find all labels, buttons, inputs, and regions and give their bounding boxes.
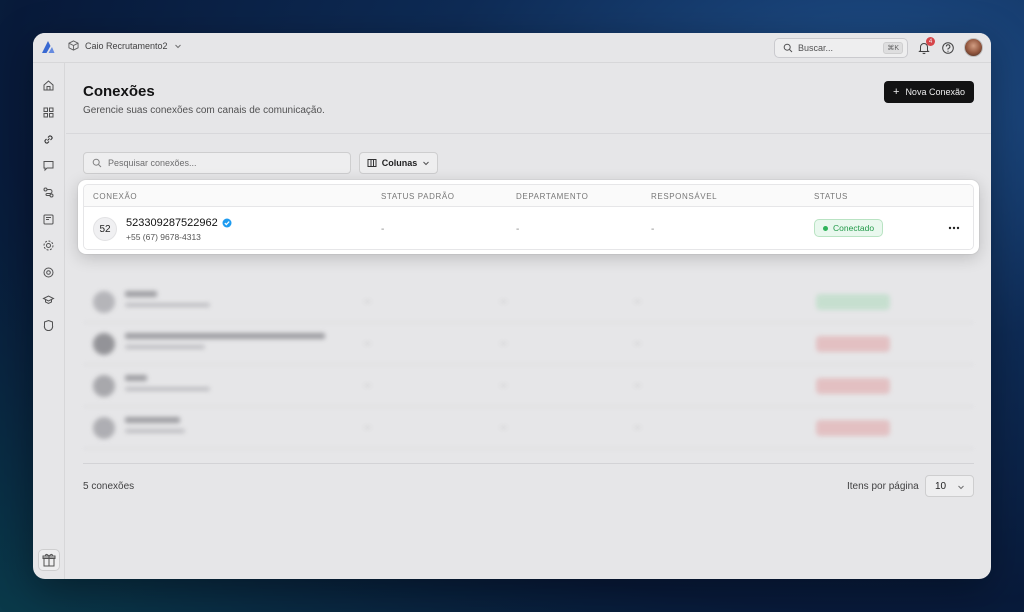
status-text: Conectado <box>833 223 875 233</box>
shield-icon[interactable] <box>42 319 55 332</box>
per-page-value: 10 <box>935 480 947 492</box>
workspace-name: Caio Recrutamento2 <box>85 40 168 51</box>
footer-divider <box>83 463 974 464</box>
header-status-padrao: STATUS PADRÃO <box>381 192 455 201</box>
header-responsavel: RESPONSÁVEL <box>651 192 718 201</box>
per-page-select[interactable]: 10 <box>925 475 974 497</box>
table-row <box>83 365 974 407</box>
notification-badge: 4 <box>926 37 935 46</box>
chevron-down-icon <box>423 161 430 166</box>
sidebar <box>33 63 65 579</box>
status-padrao-cell: - <box>381 224 385 235</box>
table-row <box>83 407 974 449</box>
help-icon[interactable] <box>941 41 955 55</box>
connection-search[interactable] <box>83 152 351 174</box>
columns-button[interactable]: Colunas <box>359 152 438 174</box>
connection-count: 5 conexões <box>83 481 135 492</box>
connection-phone: +55 (67) 9678-4313 <box>126 232 201 242</box>
departamento-cell: - <box>516 224 520 235</box>
support-icon[interactable] <box>42 266 55 279</box>
header-status: STATUS <box>814 192 848 201</box>
table-row[interactable]: 52 523309287522962 +55 (67) 9678-4313 - … <box>84 207 973 249</box>
row-actions-button[interactable] <box>946 221 962 235</box>
settings-icon[interactable] <box>42 239 55 252</box>
home-icon[interactable] <box>42 79 55 92</box>
status-badge: Conectado <box>814 219 884 237</box>
board-icon[interactable] <box>42 213 55 226</box>
highlighted-table-card: CONEXÃO STATUS PADRÃO DEPARTAMENTO RESPO… <box>78 180 979 254</box>
verified-icon <box>222 218 232 228</box>
page-subtitle: Gerencie suas conexões com canais de com… <box>83 105 325 116</box>
connection-name-text: 523309287522962 <box>126 217 218 229</box>
columns-icon <box>367 159 377 167</box>
dashboard-icon[interactable] <box>42 106 55 119</box>
table-header: CONEXÃO STATUS PADRÃO DEPARTAMENTO RESPO… <box>84 185 973 207</box>
link-icon[interactable] <box>42 133 55 146</box>
new-connection-label: Nova Conexão <box>905 87 965 97</box>
table-row <box>83 281 974 323</box>
app-window: Caio Recrutamento2 Buscar... ⌘K 4 Conexõ… <box>33 33 991 579</box>
chat-icon[interactable] <box>42 159 55 172</box>
search-icon <box>783 43 793 53</box>
workspace-switcher[interactable]: Caio Recrutamento2 <box>68 40 182 51</box>
chevron-down-icon <box>958 485 964 490</box>
connection-avatar: 52 <box>93 217 117 241</box>
page-title: Conexões <box>83 83 155 100</box>
search-icon <box>92 158 102 168</box>
app-logo-icon[interactable] <box>40 39 56 55</box>
connection-name: 523309287522962 <box>126 217 232 229</box>
header-departamento: DEPARTAMENTO <box>516 192 589 201</box>
gift-icon <box>42 553 56 567</box>
academy-icon[interactable] <box>42 293 55 306</box>
route-icon[interactable] <box>42 186 55 199</box>
responsavel-cell: - <box>651 224 655 235</box>
columns-label: Colunas <box>381 158 418 168</box>
top-bar: Caio Recrutamento2 Buscar... ⌘K 4 <box>33 33 991 63</box>
search-shortcut: ⌘K <box>883 42 903 54</box>
gift-button[interactable] <box>38 549 60 571</box>
header-divider <box>66 133 991 134</box>
connection-search-input[interactable] <box>108 158 328 168</box>
new-connection-button[interactable]: + Nova Conexão <box>884 81 974 103</box>
connections-table: CONEXÃO STATUS PADRÃO DEPARTAMENTO RESPO… <box>83 184 974 250</box>
table-row <box>83 323 974 365</box>
main-content: Conexões Gerencie suas conexões com cana… <box>66 63 991 579</box>
status-dot <box>823 225 828 231</box>
user-avatar[interactable] <box>964 38 983 57</box>
global-search-placeholder: Buscar... <box>798 43 834 53</box>
cube-icon <box>68 40 79 51</box>
header-connection: CONEXÃO <box>93 192 138 201</box>
more-horizontal-icon <box>948 226 960 230</box>
per-page-label: Itens por página <box>847 481 919 492</box>
chevron-down-icon <box>174 44 181 48</box>
global-search[interactable]: Buscar... ⌘K <box>774 38 908 58</box>
plus-icon: + <box>893 86 900 98</box>
